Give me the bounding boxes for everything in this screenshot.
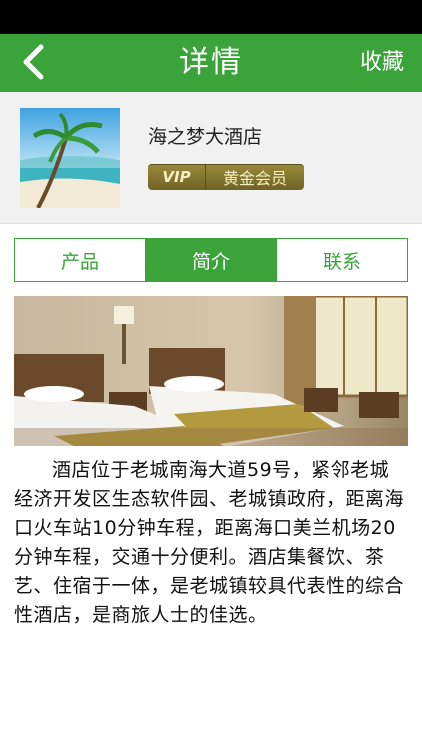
vip-tag: VIP: [148, 164, 206, 190]
hotel-name: 海之梦大酒店: [148, 126, 263, 148]
status-bar: [0, 0, 422, 34]
favorite-button[interactable]: 收藏: [360, 34, 404, 92]
member-level: 黄金会员: [222, 169, 287, 188]
tab-intro[interactable]: 简介: [146, 239, 277, 281]
chevron-left-icon: [23, 44, 44, 80]
hotel-room-photo: [14, 296, 408, 446]
back-button[interactable]: [14, 42, 54, 82]
app-bar: 详情 收藏: [0, 34, 422, 92]
hotel-thumbnail: [20, 108, 120, 208]
hotel-header: 海之梦大酒店 VIP 黄金会员: [0, 92, 422, 224]
hotel-description: 酒店位于老城南海大道59号，紧邻老城经济开发区生态软件园、老城镇政府，距离海口火…: [14, 459, 405, 626]
vip-badge: VIP 黄金会员: [148, 164, 304, 190]
tab-bar: 产品 简介 联系: [14, 238, 408, 282]
room-image: [14, 296, 408, 446]
beach-palm-image: [20, 108, 120, 208]
tab-contact[interactable]: 联系: [277, 239, 407, 281]
tab-products[interactable]: 产品: [15, 239, 146, 281]
page-title: 详情: [179, 45, 243, 80]
